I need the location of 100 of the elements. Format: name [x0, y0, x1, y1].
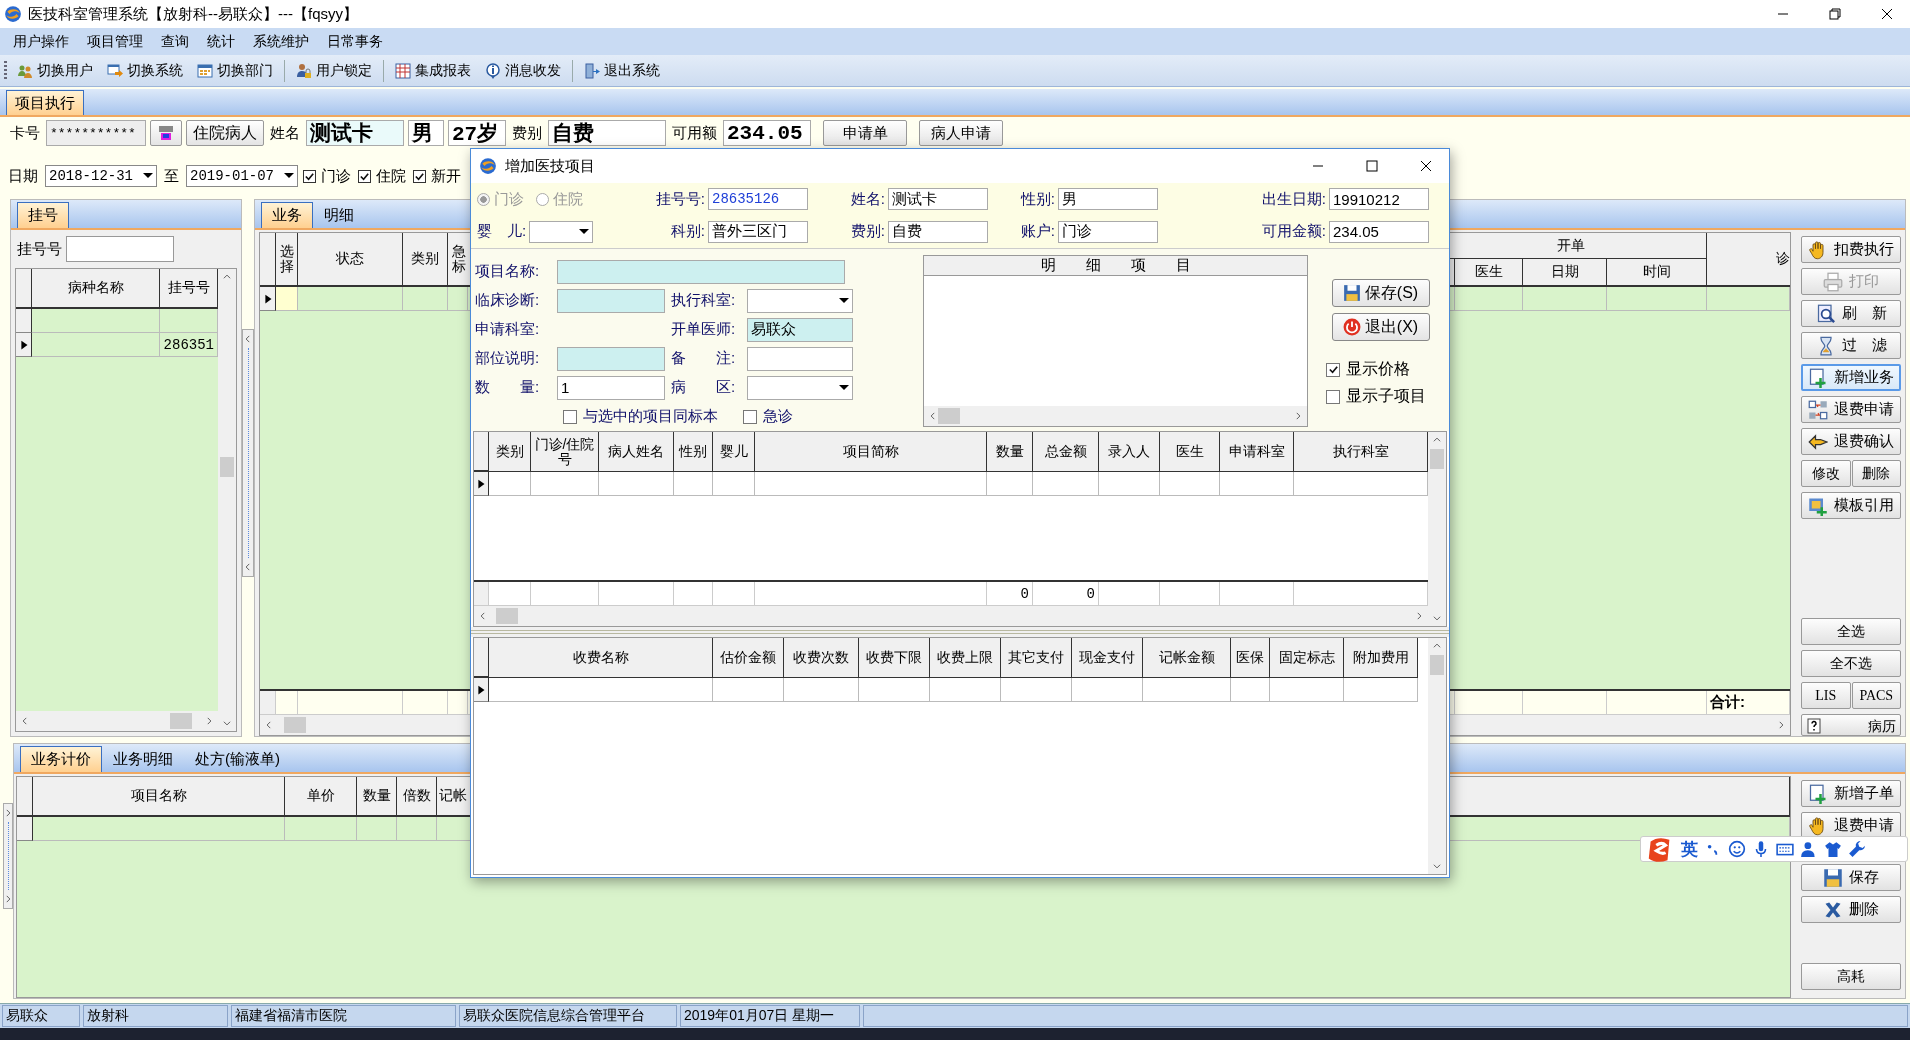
table-cell	[674, 472, 713, 496]
button[interactable]: 病人申请	[919, 120, 1003, 146]
tab[interactable]: 业务明细	[102, 746, 184, 772]
scrollbar[interactable]	[1428, 638, 1446, 874]
scroll-thumb[interactable]	[496, 608, 518, 624]
button[interactable]: 刷 新	[1801, 300, 1901, 327]
input-field[interactable]: 自费	[888, 220, 988, 243]
checkbox[interactable]	[358, 169, 371, 183]
row-header[interactable]	[474, 472, 489, 496]
input-field[interactable]	[557, 259, 845, 284]
button[interactable]: 删除	[1851, 460, 1901, 487]
row-header[interactable]	[16, 309, 32, 333]
button[interactable]: 新增业务	[1801, 364, 1901, 391]
input-field[interactable]	[557, 346, 665, 371]
menu-item[interactable]: 统计	[198, 30, 244, 53]
button[interactable]: 高耗	[1801, 963, 1901, 990]
checkbox[interactable]	[303, 169, 316, 183]
input-mode-toggle[interactable]: 英	[1681, 837, 1698, 861]
toolbar-button[interactable]: 切换部门	[193, 59, 277, 82]
input-field[interactable]: 普外三区门	[708, 220, 808, 243]
button[interactable]: 退费申请	[1801, 396, 1901, 423]
menu-item[interactable]: 系统维护	[244, 30, 318, 53]
toolbar-grip[interactable]	[4, 60, 7, 81]
input-field[interactable]: 1	[557, 375, 665, 400]
button[interactable]: PACS	[1851, 682, 1901, 709]
checkbox[interactable]	[413, 169, 426, 183]
scroll-thumb[interactable]	[220, 457, 234, 477]
tab[interactable]: 处方(输液单)	[184, 746, 291, 772]
button[interactable]: 全不选	[1801, 650, 1901, 677]
scroll-thumb[interactable]	[1430, 449, 1444, 469]
shirt-icon[interactable]	[1824, 840, 1842, 858]
button[interactable]: 退费确认	[1801, 428, 1901, 455]
card-number-field[interactable]: ***********	[46, 120, 146, 146]
checkbox[interactable]	[563, 409, 577, 424]
scroll-thumb[interactable]	[284, 717, 306, 733]
input-field[interactable]	[747, 346, 853, 371]
toolbar-button[interactable]: 用户锁定	[292, 59, 376, 82]
button[interactable]: 病历	[1801, 714, 1901, 736]
button[interactable]: 申请单	[823, 120, 907, 146]
row-header[interactable]	[17, 817, 33, 841]
tab[interactable]: 挂号	[17, 202, 69, 228]
toolbar-button[interactable]: 退出系统	[580, 59, 664, 82]
card-reader-button[interactable]	[150, 120, 182, 146]
field-label: 至	[163, 166, 180, 186]
checkbox[interactable]	[1326, 389, 1340, 404]
scrollbar[interactable]	[474, 606, 1428, 626]
menu-item[interactable]: 项目管理	[78, 30, 152, 53]
menu-item[interactable]: 查询	[152, 30, 198, 53]
button[interactable]: 退出(X)	[1331, 313, 1430, 341]
input-field[interactable]: 男	[1058, 188, 1158, 211]
input-field[interactable]: 易联众	[747, 317, 853, 342]
input-field[interactable]: 门诊	[1058, 220, 1158, 243]
user-icon[interactable]	[1800, 840, 1818, 858]
input-field[interactable]	[557, 288, 665, 313]
scroll-thumb[interactable]	[1430, 655, 1444, 675]
tab[interactable]: 业务	[261, 202, 313, 228]
tab[interactable]: 明细	[313, 202, 365, 228]
field-label: 费别:	[850, 222, 885, 242]
button[interactable]: 新增子单	[1801, 780, 1901, 807]
search-field[interactable]	[66, 236, 174, 262]
tab[interactable]: 项目执行	[6, 90, 84, 115]
tab[interactable]: 业务计价	[20, 746, 102, 772]
scrollbar[interactable]	[924, 406, 1307, 426]
date-picker[interactable]: 2018-12-31	[45, 165, 157, 187]
button[interactable]: 保存	[1801, 864, 1901, 891]
toolbar-button[interactable]: 切换系统	[103, 59, 187, 82]
menu-item[interactable]: 日常事务	[318, 30, 392, 53]
field-label: 姓名	[269, 123, 301, 143]
inpatient-button[interactable]: 住院病人	[186, 120, 264, 146]
button[interactable]: 保存(S)	[1331, 279, 1430, 307]
toolbar-button[interactable]: 切换用户	[13, 59, 97, 82]
row-header[interactable]	[474, 678, 489, 702]
input-field[interactable]: 28635126	[708, 188, 808, 211]
toolbar-button[interactable]: 消息收发	[481, 59, 565, 82]
input-field[interactable]: 测试卡	[888, 188, 988, 211]
row-header[interactable]	[16, 333, 32, 357]
scrollbar[interactable]	[1428, 432, 1446, 626]
smiley-icon[interactable]	[1728, 840, 1746, 858]
wrench-icon[interactable]	[1848, 840, 1866, 858]
checkmark-icon	[304, 170, 315, 182]
button[interactable]: 删除	[1801, 896, 1901, 923]
button[interactable]: 扣费执行	[1801, 236, 1901, 263]
table-icon	[395, 62, 411, 79]
scroll-thumb[interactable]	[938, 408, 960, 424]
column-header: 日期	[1523, 259, 1607, 287]
checkbox[interactable]	[1326, 362, 1340, 377]
button[interactable]: LIS	[1801, 682, 1851, 709]
input-field[interactable]: 234.05	[1329, 220, 1429, 243]
checkbox[interactable]	[743, 409, 757, 424]
input-field[interactable]: 19910212	[1329, 188, 1429, 211]
menu-item[interactable]: 用户操作	[4, 30, 78, 53]
splitter[interactable]	[242, 329, 254, 577]
date-picker[interactable]: 2019-01-07	[186, 165, 298, 187]
row-header[interactable]	[260, 287, 276, 311]
button[interactable]: 模板引用	[1801, 492, 1901, 519]
toolbar-button[interactable]: 集成报表	[391, 59, 475, 82]
button[interactable]: 全选	[1801, 618, 1901, 645]
scroll-thumb[interactable]	[170, 713, 192, 729]
button[interactable]: 过 滤	[1801, 332, 1901, 359]
button[interactable]: 修改	[1801, 460, 1851, 487]
